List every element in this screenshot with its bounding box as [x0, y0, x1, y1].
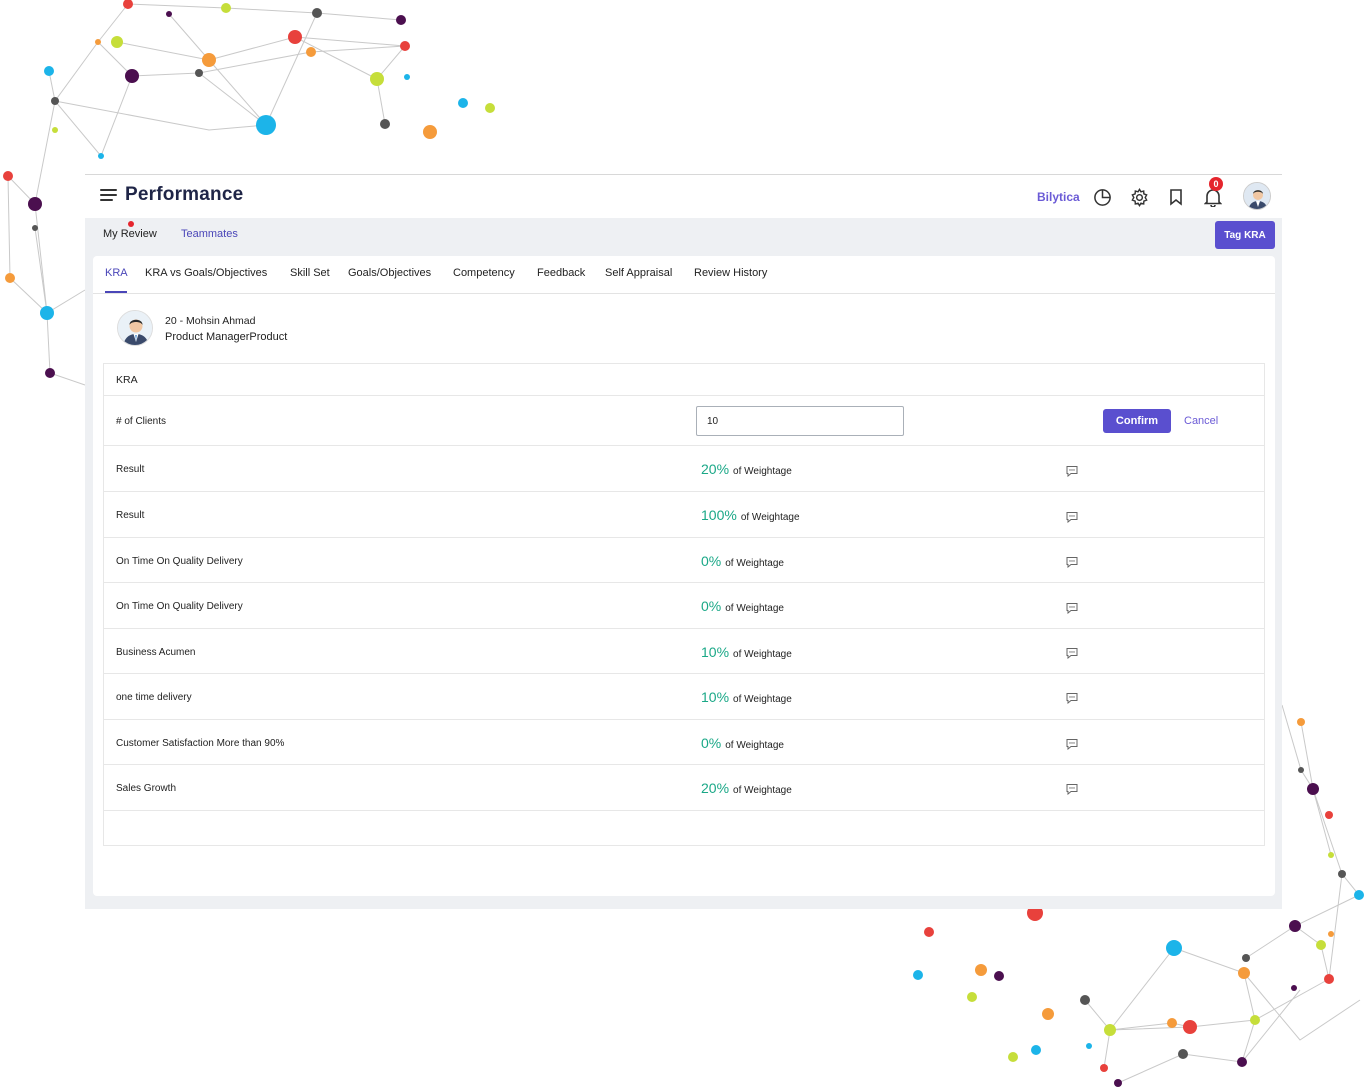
- kra-row-label: Sales Growth: [116, 783, 177, 794]
- tab-review-history[interactable]: Review History: [694, 267, 767, 279]
- kra-row: On Time On Quality Delivery 0% of Weighta…: [104, 538, 1264, 583]
- tab-kra-vs-goals[interactable]: KRA vs Goals/Objectives: [145, 267, 267, 279]
- weightage-value: 10% of Weightage: [701, 644, 792, 660]
- weightage-value: 0% of Weightage: [701, 735, 784, 751]
- weightage-suffix: of Weightage: [733, 649, 792, 660]
- kra-edit-row: # of Clients Confirm Cancel: [104, 396, 1264, 446]
- page: Performance Bilytica 0 My Review Teammat…: [0, 0, 1367, 1088]
- tab-self-appraisal[interactable]: Self Appraisal: [605, 267, 672, 279]
- comment-icon[interactable]: [1065, 602, 1079, 614]
- kra-header-label: KRA: [116, 374, 138, 386]
- comment-icon[interactable]: [1065, 692, 1079, 704]
- comment-icon[interactable]: [1065, 783, 1079, 795]
- kra-table: KRA # of Clients Confirm Cancel Result 2…: [103, 363, 1265, 846]
- weightage-suffix: of Weightage: [733, 466, 792, 477]
- tab-skill-set[interactable]: Skill Set: [290, 267, 330, 279]
- weightage-suffix: of Weightage: [740, 512, 800, 523]
- subnav-teammates[interactable]: Teammates: [181, 228, 238, 240]
- tab-goals-objectives[interactable]: Goals/Objectives: [348, 267, 431, 279]
- kra-table-header: KRA: [104, 364, 1264, 396]
- kra-row: Result 20% of Weightage: [104, 446, 1264, 492]
- comment-icon[interactable]: [1065, 556, 1079, 568]
- weightage-value: 0% of Weightage: [701, 553, 784, 569]
- tag-kra-button[interactable]: Tag KRA: [1215, 221, 1275, 249]
- weightage-value: 20% of Weightage: [701, 780, 792, 796]
- review-card: KRA KRA vs Goals/Objectives Skill Set Go…: [93, 256, 1275, 896]
- kra-row: Business Acumen 10% of Weightage: [104, 629, 1264, 674]
- kra-row-label: # of Clients: [116, 416, 167, 427]
- status-dot: [128, 221, 134, 227]
- weightage-suffix: of Weightage: [725, 558, 784, 569]
- menu-icon[interactable]: [100, 189, 117, 203]
- employee-avatar: [117, 310, 153, 346]
- app-window: Performance Bilytica 0 My Review Teammat…: [85, 174, 1282, 909]
- kra-row: On Time On Quality Delivery 0% of Weighta…: [104, 583, 1264, 629]
- kra-row-label: On Time On Quality Delivery: [116, 601, 243, 612]
- top-bar: Performance Bilytica 0: [85, 174, 1282, 218]
- employee-name: 20 - Mohsin Ahmad: [165, 315, 256, 327]
- weightage-suffix: of Weightage: [733, 694, 792, 705]
- weightage-suffix: of Weightage: [733, 785, 792, 796]
- kra-row: Sales Growth 20% of Weightage: [104, 765, 1264, 811]
- cancel-button[interactable]: Cancel: [1184, 415, 1218, 427]
- kra-row: Result 100% of Weightage: [104, 492, 1264, 538]
- kra-row: one time delivery 10% of Weightage: [104, 674, 1264, 720]
- tab-kra[interactable]: KRA: [105, 267, 128, 279]
- kra-value-input[interactable]: [696, 406, 904, 436]
- weightage-value: 0% of Weightage: [701, 598, 784, 614]
- comment-icon[interactable]: [1065, 511, 1079, 523]
- weightage-value: 10% of Weightage: [701, 689, 792, 705]
- kra-row-label: Result: [116, 464, 145, 475]
- kra-row-label: one time delivery: [116, 692, 192, 703]
- avatar[interactable]: [1243, 182, 1271, 210]
- kra-row: Customer Satisfaction More than 90% 0% of…: [104, 720, 1264, 765]
- gear-icon[interactable]: [1128, 186, 1150, 208]
- kra-row-label: Customer Satisfaction More than 90%: [116, 738, 285, 749]
- tab-feedback[interactable]: Feedback: [537, 267, 585, 279]
- brand-link[interactable]: Bilytica: [1037, 190, 1080, 204]
- subnav-my-review[interactable]: My Review: [103, 228, 157, 240]
- weightage-suffix: of Weightage: [725, 603, 784, 614]
- weightage-suffix: of Weightage: [725, 740, 784, 751]
- comment-icon[interactable]: [1065, 647, 1079, 659]
- bookmark-icon[interactable]: [1165, 186, 1187, 208]
- active-tab-indicator: [105, 291, 127, 293]
- comment-icon[interactable]: [1065, 465, 1079, 477]
- kra-row-label: Business Acumen: [116, 647, 196, 658]
- notification-badge: 0: [1209, 177, 1223, 191]
- confirm-button[interactable]: Confirm: [1103, 409, 1171, 433]
- kra-row-label: Result: [116, 510, 145, 521]
- page-title: Performance: [125, 184, 244, 205]
- comment-icon[interactable]: [1065, 738, 1079, 750]
- tab-bar: KRA KRA vs Goals/Objectives Skill Set Go…: [93, 256, 1275, 294]
- sub-navigation: My Review Teammates Tag KRA: [85, 218, 1282, 256]
- tab-competency[interactable]: Competency: [453, 267, 515, 279]
- weightage-value: 20% of Weightage: [701, 461, 792, 477]
- weightage-value: 100% of Weightage: [701, 507, 800, 523]
- pie-chart-icon[interactable]: [1091, 186, 1113, 208]
- employee-role: Product ManagerProduct: [165, 331, 288, 343]
- kra-row-label: On Time On Quality Delivery: [116, 556, 243, 567]
